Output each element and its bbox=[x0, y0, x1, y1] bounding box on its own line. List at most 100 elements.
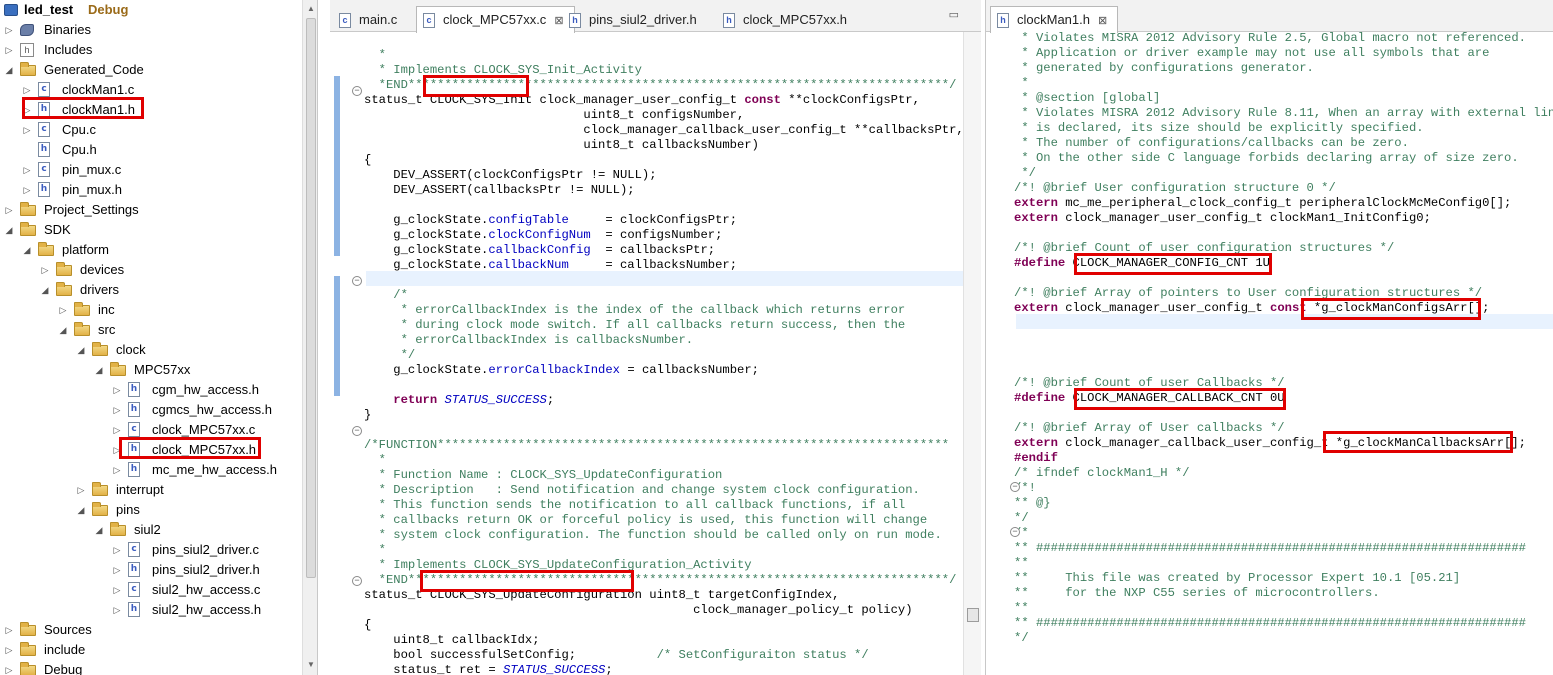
folder-icon bbox=[92, 502, 108, 516]
project-config: Debug bbox=[88, 2, 129, 17]
editor-tab[interactable]: h clockMan1.h ⊠ bbox=[990, 6, 1119, 33]
code-token: DEV_ASSERT(clockConfigsPtr != NULL); bbox=[364, 168, 657, 182]
collapsed-arrow-icon[interactable]: ▷ bbox=[40, 260, 50, 280]
code-token: * On the other side C language forbids d… bbox=[1014, 151, 1519, 165]
code-token: ; bbox=[546, 393, 555, 407]
expanded-arrow-icon[interactable]: ◢ bbox=[22, 240, 32, 260]
editor-tab[interactable]: c main.c bbox=[332, 6, 408, 32]
code-token: /* bbox=[364, 288, 408, 302]
collapsed-arrow-icon[interactable]: ▷ bbox=[58, 300, 68, 320]
collapsed-arrow-icon[interactable]: ▷ bbox=[76, 480, 86, 500]
collapsed-arrow-icon[interactable]: ▷ bbox=[112, 420, 122, 440]
code-token: uint8_t targetConfigIndex, bbox=[641, 588, 840, 602]
collapsed-arrow-icon[interactable]: ▷ bbox=[22, 120, 32, 140]
editor-tab[interactable]: h pins_siul2_driver.h bbox=[562, 6, 708, 32]
collapsed-arrow-icon[interactable]: ▷ bbox=[112, 540, 122, 560]
minimize-icon[interactable]: ▭ bbox=[949, 8, 959, 21]
code-line: /*FUNCTION******************************… bbox=[364, 438, 949, 453]
fold-toggle-icon[interactable]: − bbox=[352, 86, 362, 96]
c-source-file-icon: c bbox=[128, 422, 140, 437]
header-file-icon: h bbox=[38, 182, 50, 197]
code-area[interactable]: * Violates MISRA 2012 Advisory Rule 2.5,… bbox=[986, 31, 1553, 675]
code-token: * is declared, its size should be explic… bbox=[1014, 121, 1424, 135]
scroll-down-icon[interactable]: ▼ bbox=[307, 660, 315, 669]
collapsed-arrow-icon[interactable]: ▷ bbox=[112, 400, 122, 420]
collapsed-arrow-icon[interactable]: ▷ bbox=[4, 200, 14, 220]
explorer-scroll-thumb[interactable] bbox=[306, 18, 316, 578]
fold-toggle-icon[interactable]: − bbox=[1010, 482, 1020, 492]
code-token: clock_manager_user_config_t bbox=[532, 93, 745, 107]
tree-item-label: siul2_hw_access.h bbox=[152, 602, 262, 617]
code-line: * during clock mode switch. If all callb… bbox=[364, 318, 906, 333]
fold-toggle-icon[interactable]: − bbox=[1010, 527, 1020, 537]
fold-toggle-icon[interactable]: − bbox=[352, 276, 362, 286]
expanded-arrow-icon[interactable]: ◢ bbox=[40, 280, 50, 300]
code-area[interactable]: * * Implements CLOCK_SYS_Init_Activity *… bbox=[330, 32, 981, 675]
expanded-arrow-icon[interactable]: ◢ bbox=[76, 500, 86, 520]
collapsed-arrow-icon[interactable]: ▷ bbox=[4, 20, 14, 40]
code-token: clock_manager_user_config_t clockMan1_In… bbox=[1057, 211, 1431, 225]
code-line: ** This file was created by Processor Ex… bbox=[1014, 571, 1460, 586]
expanded-arrow-icon[interactable]: ◢ bbox=[58, 320, 68, 340]
code-token: = callbacksNumber; bbox=[568, 258, 738, 272]
editor-scrollbar[interactable] bbox=[963, 32, 981, 675]
tree-item-label: mc_me_hw_access.h bbox=[152, 462, 277, 477]
tree-item-label: pin_mux.h bbox=[62, 182, 122, 197]
code-line: #define CLOCK_MANAGER_CONFIG_CNT 1U bbox=[1014, 256, 1270, 271]
close-tab-icon[interactable]: ⊠ bbox=[1098, 15, 1107, 27]
collapsed-arrow-icon[interactable]: ▷ bbox=[112, 460, 122, 480]
fold-toggle-icon[interactable]: − bbox=[352, 576, 362, 586]
collapsed-arrow-icon[interactable]: ▷ bbox=[112, 580, 122, 600]
code-line: */ bbox=[364, 348, 416, 363]
editor-tab[interactable]: h clock_MPC57xx.h bbox=[716, 6, 858, 32]
code-token: #define bbox=[1014, 391, 1066, 405]
code-line: * generated by configurations generator. bbox=[1014, 61, 1314, 76]
collapsed-arrow-icon[interactable]: ▷ bbox=[112, 380, 122, 400]
collapsed-arrow-icon[interactable]: ▷ bbox=[22, 160, 32, 180]
tree-item-label: Generated_Code bbox=[44, 62, 144, 77]
code-line: DEV_ASSERT(clockConfigsPtr != NULL); bbox=[364, 168, 657, 183]
collapsed-arrow-icon[interactable]: ▷ bbox=[4, 620, 14, 640]
code-line: * bbox=[364, 453, 386, 468]
collapsed-arrow-icon[interactable]: ▷ bbox=[22, 100, 32, 120]
collapsed-arrow-icon[interactable]: ▷ bbox=[4, 640, 14, 660]
editor-scroll-thumb[interactable] bbox=[967, 608, 979, 622]
collapsed-arrow-icon[interactable]: ▷ bbox=[4, 660, 14, 675]
folder-icon bbox=[20, 202, 36, 216]
collapsed-arrow-icon[interactable]: ▷ bbox=[4, 40, 14, 60]
expanded-arrow-icon[interactable]: ◢ bbox=[4, 220, 14, 240]
code-token: DEV_ASSERT(callbacksPtr != NULL); bbox=[364, 183, 635, 197]
header-file-icon: h bbox=[128, 402, 140, 417]
code-line: ** bbox=[1014, 601, 1029, 616]
expanded-arrow-icon[interactable]: ◢ bbox=[94, 360, 104, 380]
project-name: led_test bbox=[24, 2, 74, 17]
tree-item-label: pins bbox=[116, 502, 140, 517]
fold-toggle-icon[interactable]: − bbox=[352, 426, 362, 436]
header-file-icon: h bbox=[997, 13, 1009, 28]
code-line: extern mc_me_peripheral_clock_config_t p… bbox=[1014, 196, 1511, 211]
code-token: clock_manager_callback_user_config_t *g_… bbox=[1057, 436, 1526, 450]
collapsed-arrow-icon[interactable]: ▷ bbox=[112, 560, 122, 580]
collapsed-arrow-icon[interactable]: ▷ bbox=[112, 440, 122, 460]
collapsed-arrow-icon[interactable]: ▷ bbox=[112, 600, 122, 620]
tree-item-label: siul2 bbox=[134, 522, 161, 537]
tab-label: main.c bbox=[359, 12, 398, 27]
code-line: /*! @brief Array of User callbacks */ bbox=[1014, 421, 1285, 436]
ide-window: led_test Debug ▷ Binaries ▷ h Includes ◢ Gener… bbox=[0, 0, 1553, 675]
expanded-arrow-icon[interactable]: ◢ bbox=[94, 520, 104, 540]
expanded-arrow-icon[interactable]: ◢ bbox=[76, 340, 86, 360]
code-token: g_clockState. bbox=[364, 228, 489, 242]
collapsed-arrow-icon[interactable]: ▷ bbox=[22, 180, 32, 200]
editor-clockman1-h: h clockMan1.h ⊠ * Violates MISRA 2012 Advi… bbox=[985, 0, 1553, 675]
scroll-up-icon[interactable]: ▲ bbox=[307, 4, 315, 13]
code-token: */ bbox=[1014, 511, 1029, 525]
explorer-scrollbar[interactable]: ▲ ▼ bbox=[302, 0, 317, 675]
code-token: * generated by configurations generator. bbox=[1014, 61, 1314, 75]
expanded-arrow-icon[interactable]: ◢ bbox=[4, 60, 14, 80]
code-token: /*! @brief Count of user configuration s… bbox=[1014, 241, 1395, 255]
editor-tab[interactable]: c clock_MPC57xx.c ⊠ bbox=[416, 6, 575, 33]
tab-label: clock_MPC57xx.c bbox=[443, 12, 547, 27]
header-file-icon: h bbox=[128, 382, 140, 397]
code-token: mc_me_peripheral_clock_config_t peripher… bbox=[1057, 196, 1512, 210]
collapsed-arrow-icon[interactable]: ▷ bbox=[22, 80, 32, 100]
